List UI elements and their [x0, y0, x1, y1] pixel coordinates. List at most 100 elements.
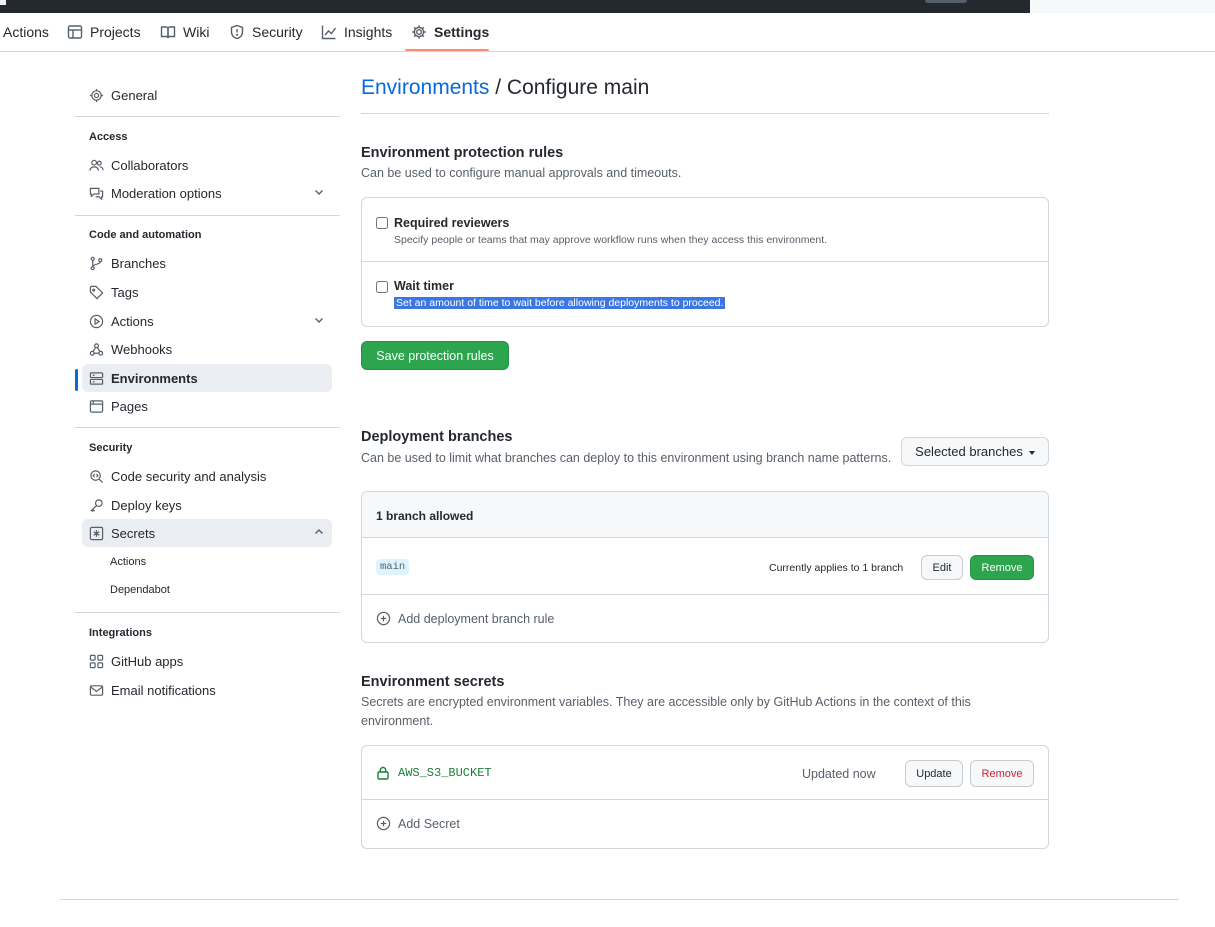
branches-box-header: 1 branch allowed: [362, 492, 1048, 538]
codescan-icon: [90, 469, 104, 483]
sidebar-divider: [75, 427, 340, 428]
sidebar-heading-security: Security: [89, 442, 133, 454]
sidebar-item-label: General: [111, 87, 158, 103]
browser-icon: [89, 399, 104, 413]
active-indicator: [75, 369, 78, 391]
header-fragment: [0, 0, 6, 5]
sidebar-item-actions[interactable]: Actions: [82, 307, 332, 335]
sidebar-item-label: GitHub apps: [111, 653, 184, 669]
sidebar-item-pages[interactable]: Pages: [82, 392, 332, 420]
sidebar-item-label: Secrets: [111, 525, 156, 541]
sidebar-item-email-notifications[interactable]: Email notifications: [82, 676, 332, 704]
key-icon: [90, 498, 103, 512]
tab-settings[interactable]: Settings: [411, 13, 489, 51]
tab-label: Settings: [434, 24, 490, 40]
edit-branch-rule-button[interactable]: Edit: [921, 555, 963, 580]
sidebar-item-moderation[interactable]: Moderation options: [82, 179, 332, 207]
header-pill: [925, 0, 967, 3]
sidebar-item-label: Deploy keys: [111, 497, 182, 513]
sidebar-item-label: Environments: [111, 370, 198, 386]
sidebar-item-label: Moderation options: [111, 185, 222, 201]
sidebar-item-branches[interactable]: Branches: [82, 249, 332, 277]
branches-policy-dropdown[interactable]: Selected branches: [901, 437, 1049, 466]
sidebar-item-deploy-keys[interactable]: Deploy keys: [82, 491, 332, 519]
rule-description-selected: Set an amount of time to wait before all…: [394, 297, 726, 309]
table-icon: [67, 25, 83, 39]
environment-secrets-title: Environment secrets: [361, 674, 505, 690]
tab-security[interactable]: Security: [229, 13, 303, 51]
tab-label: Insights: [344, 24, 393, 40]
sidebar-item-webhooks[interactable]: Webhooks: [82, 335, 332, 363]
deployment-branches-description: Can be used to limit what branches can d…: [361, 451, 892, 465]
graph-icon: [321, 25, 337, 40]
sidebar-item-label: Email notifications: [111, 682, 216, 698]
environment-secrets-description: Secrets are encrypted environment variab…: [361, 695, 971, 728]
caret-down-icon: [1028, 451, 1035, 455]
sidebar-item-label: Webhooks: [111, 341, 173, 357]
rule-title: Wait timer: [394, 279, 454, 293]
breadcrumb-separator: /: [489, 76, 507, 99]
tab-label: Projects: [90, 24, 141, 40]
wait-timer-checkbox[interactable]: [376, 281, 388, 293]
breadcrumb-environments-link[interactable]: Environments: [361, 76, 489, 99]
tab-actions[interactable]: Actions: [3, 13, 49, 51]
secret-updated-text: Updated now: [802, 767, 876, 781]
sidebar-heading-access: Access: [89, 131, 128, 143]
apps-icon: [89, 654, 104, 668]
remove-branch-rule-button[interactable]: Remove: [970, 555, 1034, 580]
sidebar-item-secrets[interactable]: Secrets: [82, 519, 332, 547]
gear-icon: [412, 25, 426, 39]
tab-projects[interactable]: Projects: [67, 13, 141, 51]
remove-secret-button[interactable]: Remove: [970, 760, 1034, 787]
sidebar-heading-integrations: Integrations: [89, 627, 152, 639]
sidebar-item-collaborators[interactable]: Collaborators: [82, 151, 332, 179]
title-divider: [361, 113, 1049, 114]
save-protection-rules-button[interactable]: Save protection rules: [361, 341, 509, 370]
chevron-down-icon: [315, 190, 323, 195]
add-secret-button[interactable]: Add Secret: [376, 816, 460, 831]
footer-divider: [60, 899, 1179, 900]
add-deployment-branch-rule-button[interactable]: Add deployment branch rule: [376, 611, 554, 626]
deployment-branches-box: 1 branch allowed main Currently applies …: [361, 491, 1049, 643]
header-right-region: [1030, 0, 1215, 13]
tab-wiki[interactable]: Wiki: [160, 13, 209, 51]
key-asterisk-icon: [89, 526, 104, 540]
deployment-branches-title: Deployment branches: [361, 429, 513, 445]
update-secret-button[interactable]: Update: [905, 760, 963, 787]
environment-secrets-box: AWS_S3_BUCKET Updated now Update Remove …: [361, 745, 1049, 849]
tab-label: Actions: [3, 24, 49, 40]
sidebar-subitem-dependabot[interactable]: Dependabot: [110, 584, 170, 596]
server-icon: [89, 371, 104, 385]
active-tab-underline: [405, 49, 489, 51]
rule-required-reviewers: Required reviewers Specify people or tea…: [362, 198, 1048, 262]
required-reviewers-checkbox[interactable]: [376, 217, 388, 229]
sidebar-item-environments[interactable]: Environments: [82, 364, 332, 392]
lock-icon: [377, 766, 389, 780]
protection-rules-title: Environment protection rules: [361, 145, 564, 161]
sidebar-heading-code: Code and automation: [89, 229, 202, 241]
tag-icon: [89, 285, 104, 299]
sidebar-item-general[interactable]: General: [82, 81, 332, 109]
gear-icon: [89, 88, 104, 102]
plus-circle-icon: [376, 611, 391, 626]
sidebar-item-label: Tags: [111, 284, 139, 300]
git-branch-icon: [90, 256, 103, 270]
sidebar-item-label: Actions: [111, 313, 154, 329]
rule-title: Required reviewers: [394, 216, 510, 230]
mail-icon: [89, 684, 104, 696]
sidebar-divider: [75, 612, 340, 613]
global-header: [0, 0, 1215, 13]
dropdown-label: Selected branches: [915, 444, 1023, 459]
sidebar-subitem-actions[interactable]: Actions: [110, 556, 146, 568]
tab-insights[interactable]: Insights: [321, 13, 392, 51]
sidebar-item-github-apps[interactable]: GitHub apps: [82, 647, 332, 675]
branch-applies-text: Currently applies to 1 branch: [769, 562, 904, 574]
add-rule-label: Add deployment branch rule: [398, 611, 555, 626]
sidebar-item-label: Pages: [111, 398, 148, 414]
add-secret-label: Add Secret: [398, 816, 460, 831]
sidebar-item-code-security[interactable]: Code security and analysis: [82, 462, 332, 490]
repo-nav: Actions Projects Wiki Security Insights …: [0, 13, 1215, 52]
shield-icon: [230, 24, 244, 40]
sidebar-item-tags[interactable]: Tags: [82, 278, 332, 306]
sidebar-divider: [75, 116, 340, 117]
